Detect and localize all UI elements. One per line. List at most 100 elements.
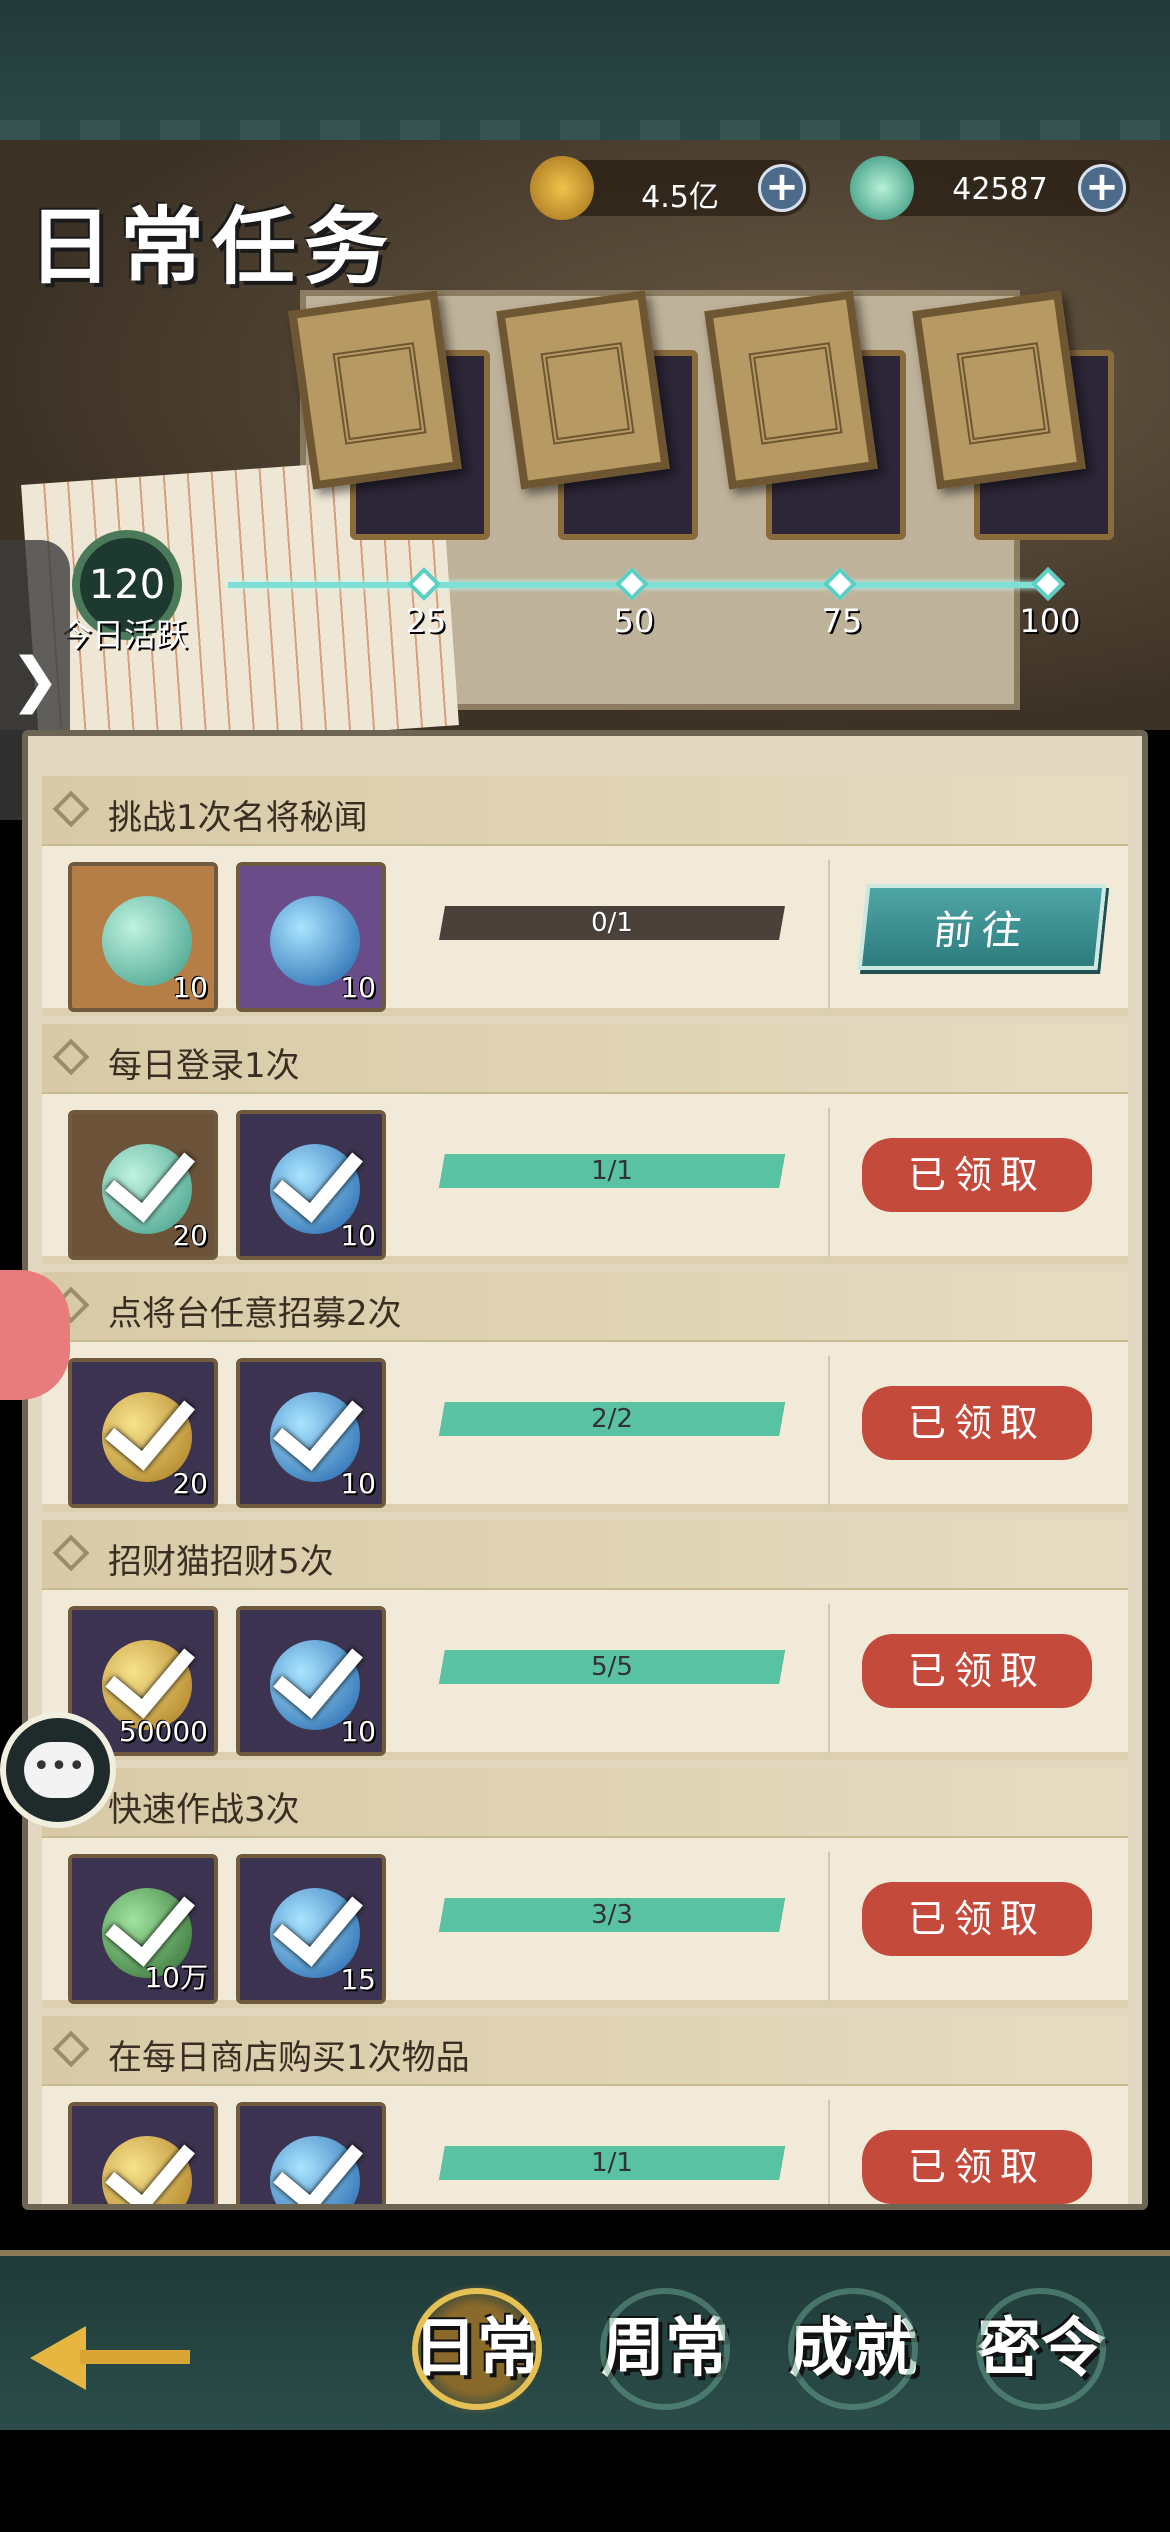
milestone-label: 50 <box>613 602 655 640</box>
diamond-icon <box>52 2030 90 2068</box>
activity-label: 今日活跃 <box>60 616 189 654</box>
tab-achievements[interactable]: 成就 <box>768 2284 938 2414</box>
gold-coin-icon <box>530 156 594 220</box>
top-decor-band <box>0 0 1170 140</box>
floating-assist-button[interactable] <box>0 1270 70 1400</box>
chat-button[interactable]: ••• <box>0 1712 116 1828</box>
task-list-panel: 挑战1次名将秘闻 10 10 0/1 前往 每日登录1次 20 10 1/1 已领取 点将台任意招募… <box>22 730 1148 2210</box>
task-row: 点将台任意招募2次 20 10 2/2 已领取 <box>42 1272 1128 1520</box>
gold-amount: 4.5亿 <box>641 180 719 215</box>
currency-jade: 42587 + <box>850 156 1130 220</box>
reward-quantity: 20 <box>172 1467 208 1500</box>
divider <box>828 1604 830 1754</box>
arrow-left-icon <box>30 2326 86 2390</box>
reward-item[interactable]: 15 <box>236 1854 386 2004</box>
milestone-node <box>1031 567 1065 601</box>
reward-item[interactable]: 20 <box>68 1110 218 1260</box>
task-progress-bar: 1/1 <box>439 1154 785 1188</box>
tab-daily[interactable]: 日常 <box>392 2284 562 2414</box>
task-row: 招财猫招财5次 50000 10 5/5 已领取 <box>42 1520 1128 1768</box>
reward-chest-50[interactable] <box>496 290 698 550</box>
currency-gold: 4.5亿 + <box>530 156 810 220</box>
task-name: 挑战1次名将秘闻 <box>108 798 368 838</box>
tab-secret-orders[interactable]: 密令 <box>956 2284 1126 2414</box>
task-progress-text: 1/1 <box>591 1156 633 1186</box>
task-header: 招财猫招财5次 <box>42 1520 1128 1590</box>
claimed-button[interactable]: 已领取 <box>862 1138 1092 1212</box>
header-scene: 日常任务 4.5亿 + 42587 + 120 今日活跃 25 50 75 10… <box>0 140 1170 730</box>
task-list: 挑战1次名将秘闻 10 10 0/1 前往 每日登录1次 20 10 1/1 已领取 点将台任意招募… <box>42 776 1128 2204</box>
page-title: 日常任务 <box>28 197 397 296</box>
task-body: 20 10 1/1 已领取 <box>42 1094 1128 1264</box>
task-header: 每日登录1次 <box>42 1024 1128 1094</box>
task-header: 点将台任意招募2次 <box>42 1272 1128 1342</box>
task-progress-text: 0/1 <box>591 908 633 938</box>
milestone-label: 100 <box>1019 602 1081 640</box>
back-button[interactable] <box>30 2316 190 2396</box>
reward-quantity: 10 <box>340 1467 376 1500</box>
reward-quantity: 10 <box>172 971 208 1004</box>
reward-quantity: 15 <box>340 1963 376 1996</box>
reward-item[interactable]: 10 <box>236 1358 386 1508</box>
task-name: 每日登录1次 <box>108 1046 300 1086</box>
reward-quantity: 10 <box>340 1219 376 1252</box>
task-progress-bar: 3/3 <box>439 1898 785 1932</box>
reward-chest-25[interactable] <box>288 290 490 550</box>
divider <box>828 1108 830 1258</box>
chat-icon: ••• <box>24 1742 94 1798</box>
task-progress-bar: 0/1 <box>439 906 785 940</box>
task-progress-bar: 2/2 <box>439 1402 785 1436</box>
divider <box>828 1356 830 1506</box>
task-header: 快速作战3次 <box>42 1768 1128 1838</box>
reward-quantity: 10 <box>340 971 376 1004</box>
task-name: 在每日商店购买1次物品 <box>108 2038 470 2078</box>
reward-item[interactable]: 10万 <box>68 1854 218 2004</box>
reward-item[interactable]: 10 <box>236 1606 386 1756</box>
diamond-icon <box>52 1534 90 1572</box>
bottom-nav: 日常 周常 成就 密令 <box>0 2250 1170 2430</box>
reward-item[interactable] <box>68 2102 218 2204</box>
reward-item[interactable]: 10 <box>236 1110 386 1260</box>
reward-quantity: 50000 <box>118 1715 208 1748</box>
reward-item[interactable]: 10 <box>236 862 386 1012</box>
claimed-button[interactable]: 已领取 <box>862 1386 1092 1460</box>
reward-item[interactable] <box>236 2102 386 2204</box>
reward-item[interactable]: 10 <box>68 862 218 1012</box>
task-progress-text: 1/1 <box>591 2148 633 2178</box>
tab-weekly[interactable]: 周常 <box>580 2284 750 2414</box>
task-name: 点将台任意招募2次 <box>108 1294 402 1334</box>
task-progress-text: 2/2 <box>591 1404 633 1434</box>
diamond-icon <box>52 790 90 828</box>
task-progress-bar: 1/1 <box>439 2146 785 2180</box>
task-body: 10万 15 3/3 已领取 <box>42 1838 1128 2008</box>
divider <box>828 860 830 1010</box>
add-jade-button[interactable]: + <box>1078 164 1126 212</box>
task-row: 每日登录1次 20 10 1/1 已领取 <box>42 1024 1128 1272</box>
claimed-button[interactable]: 已领取 <box>862 2130 1092 2204</box>
divider <box>828 1852 830 2002</box>
reward-quantity: 10 <box>340 1715 376 1748</box>
go-button[interactable]: 前往 <box>857 884 1107 970</box>
claimed-button[interactable]: 已领取 <box>862 1882 1092 1956</box>
task-header: 在每日商店购买1次物品 <box>42 2016 1128 2086</box>
task-body: 1/1 已领取 <box>42 2086 1128 2204</box>
task-row: 在每日商店购买1次物品 1/1 已领取 <box>42 2016 1128 2204</box>
task-row: 快速作战3次 10万 15 3/3 已领取 <box>42 1768 1128 2016</box>
claimed-button[interactable]: 已领取 <box>862 1634 1092 1708</box>
system-bar <box>0 2430 1170 2532</box>
task-body: 20 10 2/2 已领取 <box>42 1342 1128 1512</box>
task-row: 挑战1次名将秘闻 10 10 0/1 前往 <box>42 776 1128 1024</box>
task-body: 50000 10 5/5 已领取 <box>42 1590 1128 1760</box>
task-name: 快速作战3次 <box>108 1790 300 1830</box>
reward-chest-100[interactable] <box>912 290 1114 550</box>
jade-icon <box>850 156 914 220</box>
task-progress-text: 3/3 <box>591 1900 633 1930</box>
reward-item[interactable]: 20 <box>68 1358 218 1508</box>
reward-quantity: 20 <box>172 1219 208 1252</box>
task-body: 10 10 0/1 前往 <box>42 846 1128 1016</box>
diamond-icon <box>52 1038 90 1076</box>
add-gold-button[interactable]: + <box>758 164 806 212</box>
task-progress-bar: 5/5 <box>439 1650 785 1684</box>
currency-bar: 4.5亿 + 42587 + <box>520 156 1130 220</box>
reward-chest-75[interactable] <box>704 290 906 550</box>
